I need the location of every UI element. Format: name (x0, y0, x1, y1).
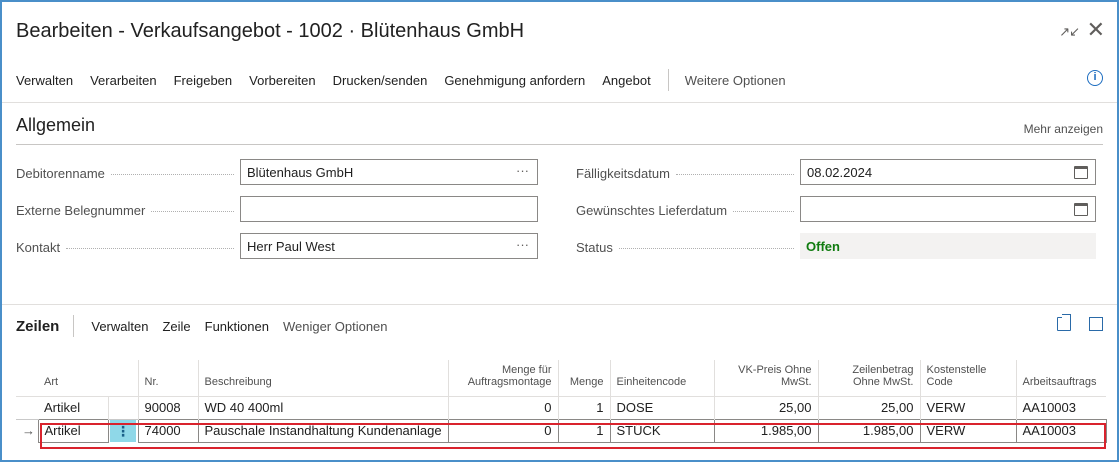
title-bar: Bearbeiten - Verkaufsangebot - 1002 · Bl… (14, 16, 1105, 52)
action-bar: Verwalten Verarbeiten Freigeben Vorberei… (16, 68, 1103, 92)
externe-belegnummer-label: Externe Belegnummer (16, 201, 238, 219)
table-row[interactable]: Artikel 90008 WD 40 400ml 0 1 DOSE 25,00… (16, 395, 1106, 419)
status-value: Offen (800, 233, 1096, 259)
header-vk-preis[interactable]: VK-Preis Ohne MwSt. (713, 360, 818, 396)
cell-kostenstelle[interactable]: VERW (919, 395, 1016, 419)
lines-table: Art Nr. Beschreibung Menge für Auftragsm… (16, 360, 1107, 443)
cell-menge-auftragsmontage[interactable]: 0 (447, 395, 558, 419)
table-row-selected[interactable]: → Artikel ⋮ 74000 Pauschale Instandhaltu… (16, 418, 1107, 443)
row-selector[interactable] (16, 395, 38, 419)
table-header-row: Art Nr. Beschreibung Menge für Auftragsm… (16, 360, 1106, 396)
action-verwalten[interactable]: Verwalten (16, 73, 73, 88)
collapse-icon[interactable]: ↗↙ (1059, 24, 1080, 40)
current-row-arrow-icon: → (22, 423, 35, 439)
lookup-ellipsis-icon[interactable]: ··· (516, 237, 529, 252)
cell-beschreibung[interactable]: WD 40 400ml (197, 395, 448, 419)
cell-nr[interactable]: 90008 (137, 395, 198, 419)
close-icon[interactable]: ✕ (1087, 17, 1105, 43)
cell-art[interactable]: Artikel (37, 418, 109, 443)
kontakt-label: Kontakt (16, 238, 238, 256)
info-icon[interactable]: i (1087, 70, 1103, 86)
header-kostenstelle[interactable]: Kostenstelle Code (919, 360, 1016, 396)
cell-nr[interactable]: 74000 (137, 418, 199, 443)
header-menge-auftragsmontage[interactable]: Menge für Auftragsmontage (447, 360, 558, 396)
general-section-title[interactable]: Allgemein (16, 115, 95, 136)
debitorenname-label: Debitorenname (16, 164, 238, 182)
lines-toolbar: Zeilen Verwalten Zeile Funktionen Wenige… (16, 314, 1103, 337)
action-angebot[interactable]: Angebot (602, 73, 650, 88)
cell-zeilenbetrag[interactable]: 1.985,00 (817, 418, 921, 443)
divider (2, 304, 1117, 305)
cell-vk-preis[interactable]: 25,00 (713, 395, 818, 419)
faelligkeitsdatum-label: Fälligkeitsdatum (576, 164, 798, 182)
edit-sales-quote-window: Bearbeiten - Verkaufsangebot - 1002 · Bl… (0, 0, 1119, 462)
header-beschreibung[interactable]: Beschreibung (197, 360, 448, 396)
action-vorbereiten[interactable]: Vorbereiten (249, 73, 316, 88)
cell-menge[interactable]: 1 (557, 418, 611, 443)
gewuenschtes-lieferdatum-label: Gewünschtes Lieferdatum (576, 201, 798, 219)
divider (2, 102, 1117, 103)
cell-arbeitsauftrag[interactable]: AA10003 (1015, 395, 1106, 419)
cell-menu[interactable]: ⋮ (107, 418, 138, 442)
share-icon[interactable] (1057, 314, 1071, 331)
header-selector (16, 360, 38, 396)
action-freigeben[interactable]: Freigeben (174, 73, 233, 88)
cell-vk-preis[interactable]: 1.985,00 (713, 418, 819, 443)
calendar-icon[interactable] (1074, 203, 1088, 216)
cell-einheitencode[interactable]: STÜCK (609, 418, 715, 443)
action-separator (667, 69, 669, 91)
action-genehmigung-anfordern[interactable]: Genehmigung anfordern (444, 73, 585, 88)
general-section-header: Allgemein Mehr anzeigen (16, 115, 1103, 145)
gewuenschtes-lieferdatum-field[interactable] (800, 196, 1096, 222)
cell-menu (107, 395, 138, 419)
expand-icon[interactable] (1089, 317, 1103, 331)
header-nr[interactable]: Nr. (137, 360, 198, 396)
debitorenname-field[interactable]: Blütenhaus GmbH ··· (240, 159, 538, 185)
lines-action-verwalten[interactable]: Verwalten (91, 319, 148, 334)
action-verarbeiten[interactable]: Verarbeiten (90, 73, 157, 88)
more-options-button[interactable]: Weitere Optionen (685, 73, 786, 88)
header-zeilenbetrag[interactable]: Zeilenbetrag Ohne MwSt. (817, 360, 920, 396)
cell-kostenstelle[interactable]: VERW (919, 418, 1017, 443)
action-drucken-senden[interactable]: Drucken/senden (333, 73, 428, 88)
lines-section-title[interactable]: Zeilen (16, 318, 59, 335)
header-arbeitsauftrag[interactable]: Arbeitsauftrags (1015, 360, 1106, 396)
faelligkeitsdatum-field[interactable]: 08.02.2024 (800, 159, 1096, 185)
lines-action-funktionen[interactable]: Funktionen (205, 319, 269, 334)
kontakt-field[interactable]: Herr Paul West ··· (240, 233, 538, 259)
show-more-link[interactable]: Mehr anzeigen (1024, 122, 1103, 136)
row-actions-icon[interactable]: ⋮ (110, 420, 136, 442)
cell-zeilenbetrag[interactable]: 25,00 (817, 395, 920, 419)
fewer-options-button[interactable]: Weniger Optionen (283, 319, 388, 334)
cell-menge[interactable]: 1 (557, 395, 610, 419)
lines-separator (73, 315, 75, 337)
externe-belegnummer-field[interactable] (240, 196, 538, 222)
header-einheitencode[interactable]: Einheitencode (609, 360, 714, 396)
header-art[interactable]: Art (38, 360, 108, 396)
calendar-icon[interactable] (1074, 166, 1088, 179)
status-label: Status (576, 238, 798, 256)
header-menge[interactable]: Menge (557, 360, 610, 396)
header-menu (108, 360, 138, 396)
row-selector[interactable]: → (16, 418, 38, 442)
lines-action-zeile[interactable]: Zeile (162, 319, 190, 334)
cell-arbeitsauftrag[interactable]: AA10003 (1015, 418, 1107, 443)
cell-art[interactable]: Artikel (38, 395, 108, 419)
cell-beschreibung[interactable]: Pauschale Instandhaltung Kundenanlage (197, 418, 449, 443)
cell-einheitencode[interactable]: DOSE (609, 395, 714, 419)
lookup-ellipsis-icon[interactable]: ··· (516, 163, 529, 178)
cell-menge-auftragsmontage[interactable]: 0 (447, 418, 559, 443)
page-title: Bearbeiten - Verkaufsangebot - 1002 · Bl… (16, 20, 525, 42)
